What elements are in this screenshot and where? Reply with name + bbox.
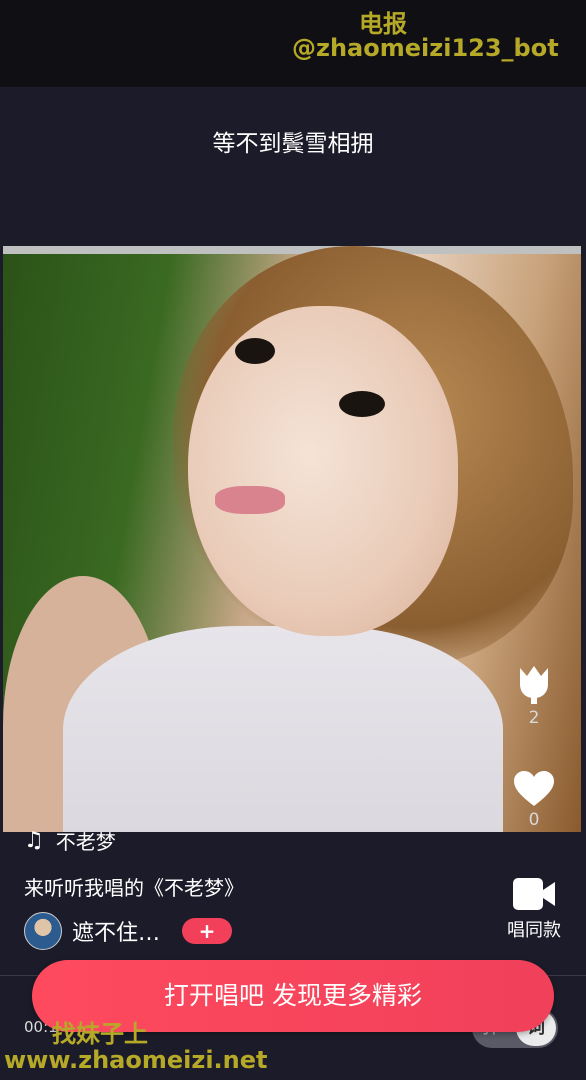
sing-same-label: 唱同款: [507, 920, 561, 941]
watermark-bottom-line2: www.zhaomeizi.net: [4, 1046, 268, 1074]
flower-button[interactable]: 2: [504, 662, 564, 728]
username[interactable]: 遮不住…: [72, 915, 160, 947]
cover-photo[interactable]: [3, 246, 581, 832]
like-button[interactable]: 0: [504, 770, 564, 830]
video-camera-icon: [513, 878, 555, 910]
watermark-top-line2: @zhaomeizi123_bot: [292, 34, 559, 62]
avatar[interactable]: [24, 912, 62, 950]
music-note-icon: ♫: [24, 828, 44, 853]
flower-icon: [520, 666, 548, 704]
watermark-bottom-line1: 找妹子上: [52, 1020, 148, 1048]
song-name: 不老梦: [55, 830, 116, 854]
user-row: 遮不住… +: [24, 912, 233, 950]
follow-button[interactable]: +: [182, 918, 233, 944]
like-count: 0: [528, 810, 540, 830]
sing-same-button[interactable]: 唱同款: [504, 876, 564, 942]
flower-count: 2: [528, 708, 540, 728]
page-title: 等不到鬓雪相拥: [212, 131, 374, 157]
heart-icon: [514, 771, 554, 806]
song-info: ♫ 不老梦: [24, 826, 116, 855]
post-description: 来听听我唱的《不老梦》: [24, 876, 244, 900]
